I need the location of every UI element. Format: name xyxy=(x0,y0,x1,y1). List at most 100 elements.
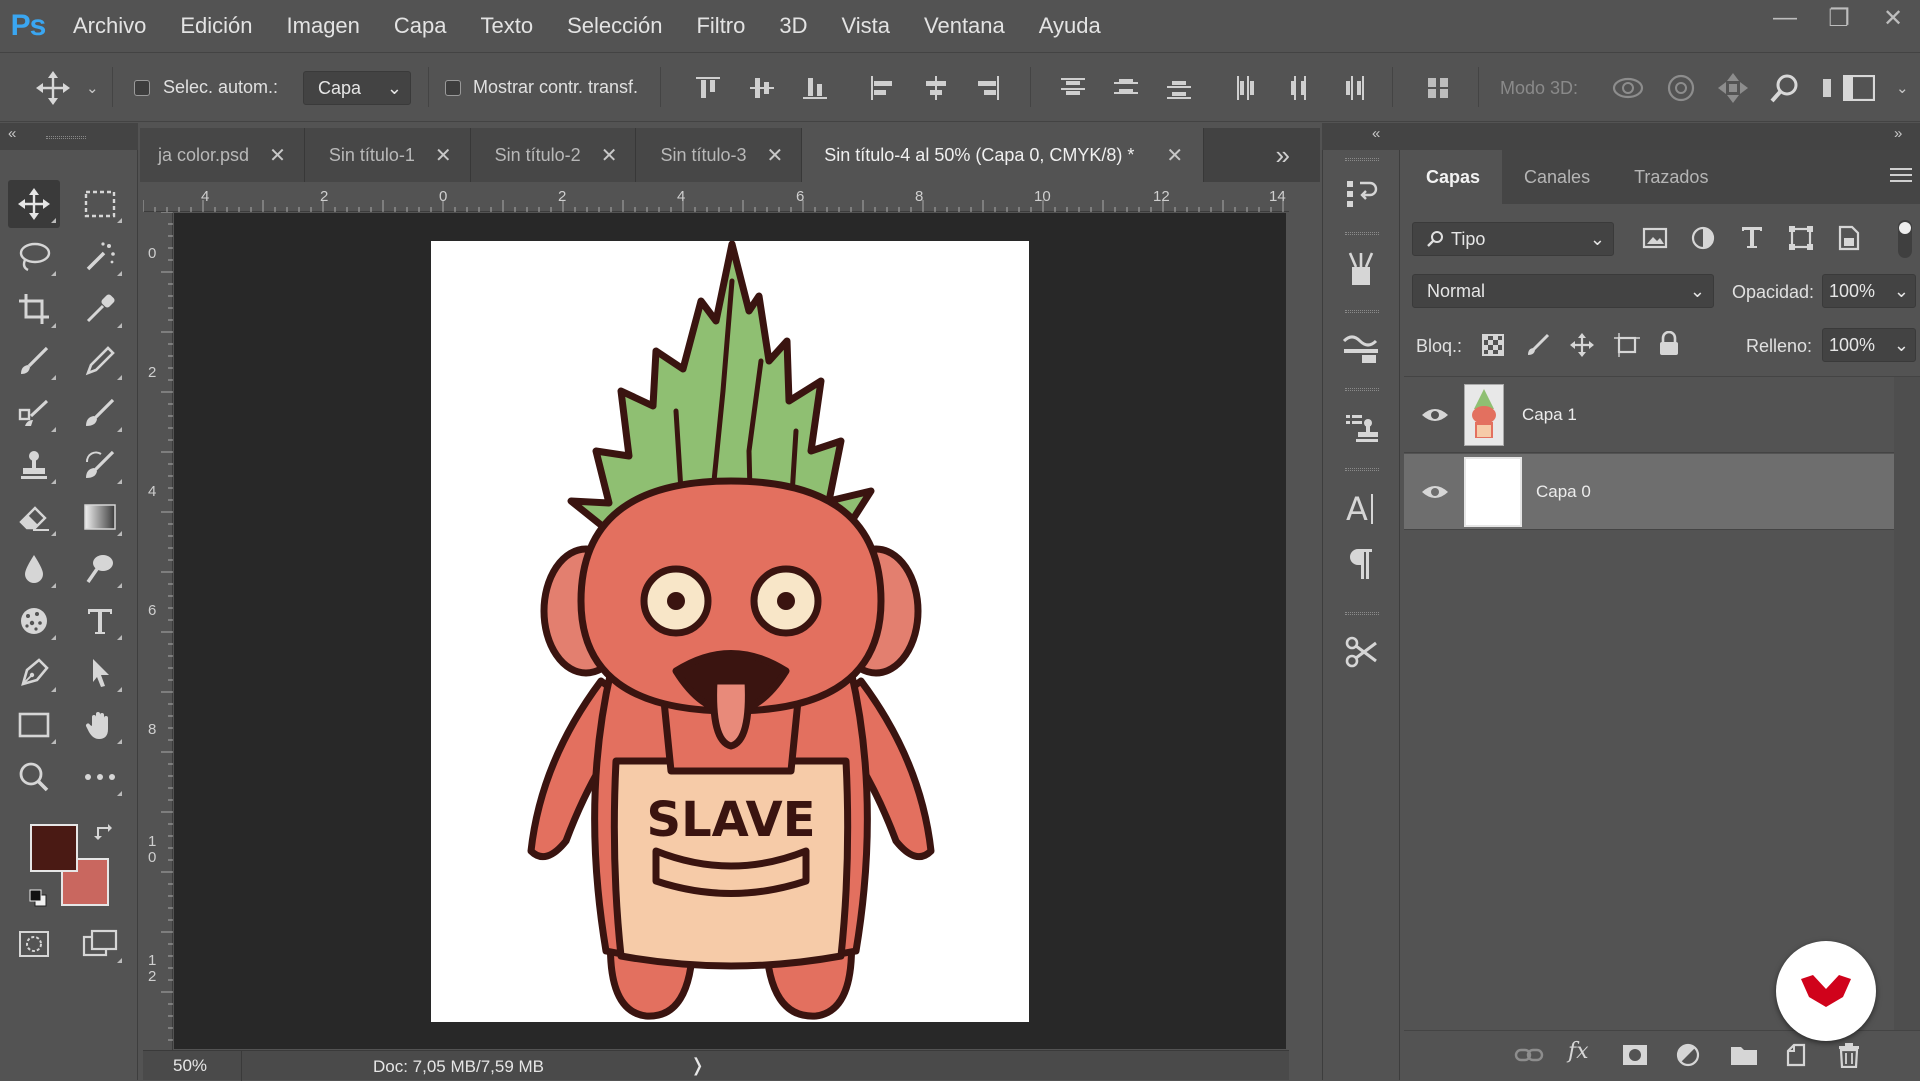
clone-source-panel-icon[interactable] xyxy=(1339,406,1383,450)
menu-vista[interactable]: Vista xyxy=(825,0,908,52)
clone-brush-tool-button[interactable] xyxy=(8,389,60,437)
filter-adjustment-icon[interactable] xyxy=(1691,226,1715,250)
collapse-mid-icon[interactable]: « xyxy=(1372,125,1380,142)
pen-tool-button[interactable] xyxy=(8,649,60,697)
panels-collapse-strip[interactable]: « » xyxy=(1322,123,1920,150)
foreground-color-swatch[interactable] xyxy=(30,824,78,872)
slide-3d-icon[interactable] xyxy=(1823,79,1831,97)
distribute-hcenter-icon[interactable] xyxy=(1285,73,1315,103)
auto-select-target-dropdown[interactable]: Capa ⌄ xyxy=(303,71,411,105)
lock-pixels-icon[interactable] xyxy=(1526,333,1550,357)
adjustments-panel-icon[interactable] xyxy=(1339,326,1383,370)
tab-sin-titulo-3[interactable]: Sin título-3 ✕ xyxy=(636,128,803,182)
menu-texto[interactable]: Texto xyxy=(464,0,551,52)
rectangle-tool-button[interactable] xyxy=(8,701,60,749)
workspace-icon[interactable] xyxy=(1843,75,1875,101)
distribute-right-icon[interactable] xyxy=(1338,73,1368,103)
filter-pixel-icon[interactable] xyxy=(1642,226,1668,250)
collapse-left-icon[interactable]: « xyxy=(8,125,16,142)
menu-capa[interactable]: Capa xyxy=(377,0,464,52)
close-tab-icon[interactable]: ✕ xyxy=(767,143,784,168)
layer-name[interactable]: Capa 0 xyxy=(1536,482,1591,502)
lasso-tool-button[interactable] xyxy=(8,233,60,281)
ruler-vertical[interactable]: 0 2 4 6 8 1 0 1 2 xyxy=(143,212,173,1050)
new-layer-icon[interactable] xyxy=(1784,1043,1808,1067)
tab-sin-titulo-4[interactable]: Sin título-4 al 50% (Capa 0, CMYK/8) * ✕ xyxy=(802,128,1205,182)
filter-shape-icon[interactable] xyxy=(1788,225,1814,251)
path-selection-tool-button[interactable] xyxy=(74,649,126,697)
workspace-chevron-icon[interactable]: ⌄ xyxy=(1896,79,1909,97)
status-menu-arrow[interactable]: ❭ xyxy=(690,1055,705,1076)
new-fill-adjustment-icon[interactable] xyxy=(1676,1043,1700,1067)
distribute-left-icon[interactable] xyxy=(1232,73,1262,103)
history-panel-icon[interactable] xyxy=(1339,172,1383,216)
dodge-tool-button[interactable] xyxy=(74,545,126,593)
preset-dropdown-chevron-icon[interactable]: ⌄ xyxy=(86,79,99,97)
align-vcenter-icon[interactable] xyxy=(747,73,777,103)
fx-icon[interactable]: fx xyxy=(1568,1039,1589,1064)
hand-tool-button[interactable] xyxy=(74,701,126,749)
layer-name[interactable]: Capa 1 xyxy=(1522,405,1577,425)
orbit-3d-icon[interactable] xyxy=(1610,71,1646,105)
collapse-right-icon[interactable]: » xyxy=(1894,125,1902,142)
document-canvas[interactable]: SLAVE xyxy=(431,241,1029,1022)
tool-presets-panel-icon[interactable] xyxy=(1339,630,1383,674)
menu-ventana[interactable]: Ventana xyxy=(907,0,1022,52)
more-tools-button[interactable] xyxy=(74,753,126,801)
menu-filtro[interactable]: Filtro xyxy=(679,0,762,52)
history-brush-tool-button[interactable] xyxy=(74,441,126,489)
brush-presets-panel-icon[interactable] xyxy=(1339,248,1383,292)
fill-value[interactable]: 100% xyxy=(1829,335,1875,356)
distribute-vcenter-icon[interactable] xyxy=(1111,73,1141,103)
stamp-tool-button[interactable] xyxy=(8,441,60,489)
menu-ayuda[interactable]: Ayuda xyxy=(1022,0,1118,52)
auto-select-checkbox[interactable] xyxy=(134,80,150,96)
new-group-icon[interactable] xyxy=(1730,1044,1758,1066)
close-tab-icon[interactable]: ✕ xyxy=(435,143,452,168)
lock-position-icon[interactable] xyxy=(1570,333,1594,357)
minimize-button[interactable]: — xyxy=(1758,0,1812,36)
close-tab-icon[interactable]: ✕ xyxy=(601,143,618,168)
menu-edicion[interactable]: Edición xyxy=(163,0,269,52)
zoom-3d-icon[interactable] xyxy=(1768,71,1802,105)
tab-canales[interactable]: Canales xyxy=(1502,150,1612,204)
lock-all-icon[interactable] xyxy=(1658,331,1680,357)
filter-toggle-switch[interactable] xyxy=(1898,220,1912,258)
blur-tool-button[interactable] xyxy=(8,545,60,593)
filter-type-icon[interactable] xyxy=(1740,224,1764,250)
quick-mask-button[interactable] xyxy=(8,920,60,968)
tab-ja-color[interactable]: ja color.psd ✕ xyxy=(140,128,305,182)
type-tool-button[interactable] xyxy=(74,597,126,645)
opacity-field[interactable]: 100% ⌄ xyxy=(1822,274,1916,308)
healing-brush-tool-button[interactable] xyxy=(8,337,60,385)
opacity-value[interactable]: 100% xyxy=(1829,281,1875,302)
roll-3d-icon[interactable] xyxy=(1664,71,1698,105)
menu-imagen[interactable]: Imagen xyxy=(270,0,377,52)
blend-mode-dropdown[interactable]: Normal ⌄ xyxy=(1412,274,1714,308)
menu-archivo[interactable]: Archivo xyxy=(56,0,163,52)
zoom-level[interactable]: 50% xyxy=(173,1056,207,1076)
eye-icon[interactable] xyxy=(1420,406,1450,424)
menu-3d[interactable]: 3D xyxy=(762,0,824,52)
tab-trazados[interactable]: Trazados xyxy=(1612,150,1730,204)
align-top-icon[interactable] xyxy=(693,73,723,103)
align-right-icon[interactable] xyxy=(973,73,1003,103)
close-tab-icon[interactable]: ✕ xyxy=(269,143,286,168)
fill-field[interactable]: 100% ⌄ xyxy=(1822,328,1916,362)
move-tool-preset-icon[interactable] xyxy=(36,71,70,105)
move-tool-button[interactable] xyxy=(8,180,60,228)
distribute-top-icon[interactable] xyxy=(1058,73,1088,103)
zoom-tool-button[interactable] xyxy=(8,753,60,801)
paragraph-panel-icon[interactable] xyxy=(1339,542,1383,586)
layer-filter-dropdown[interactable]: Tipo ⌄ xyxy=(1412,222,1614,256)
tabs-overflow-button[interactable]: » xyxy=(1204,128,1320,182)
tab-sin-titulo-1[interactable]: Sin título-1 ✕ xyxy=(304,128,471,182)
eye-icon[interactable] xyxy=(1420,483,1450,501)
align-hcenter-icon[interactable] xyxy=(921,73,951,103)
layer-row-capa-1[interactable]: Capa 1 xyxy=(1404,377,1894,453)
tab-capas[interactable]: Capas xyxy=(1404,150,1503,204)
eraser-tool-button[interactable] xyxy=(8,493,60,541)
menu-seleccion[interactable]: Selección xyxy=(550,0,679,52)
layers-scrollbar[interactable] xyxy=(1894,377,1920,1030)
default-colors-icon[interactable] xyxy=(28,888,48,908)
